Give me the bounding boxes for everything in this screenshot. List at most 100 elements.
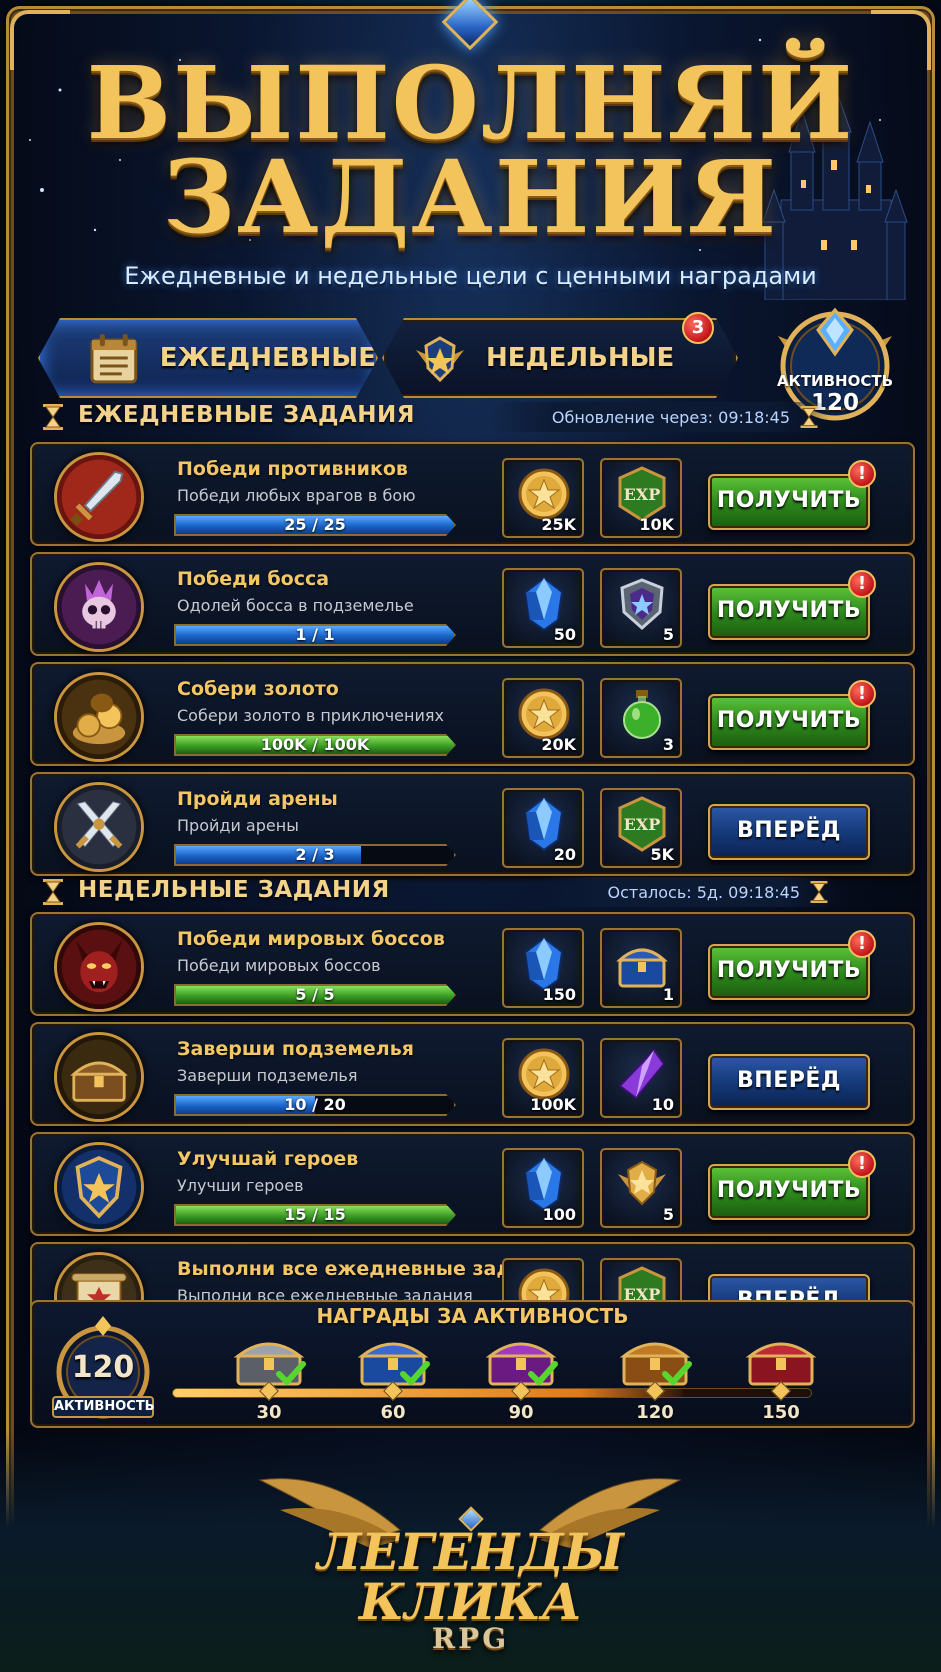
sword-icon xyxy=(54,452,144,542)
reward-slot[interactable]: 100 xyxy=(502,1148,584,1228)
claim-button[interactable]: ПОЛУЧИТЬ xyxy=(708,694,870,750)
reward-slot[interactable]: 1 xyxy=(600,928,682,1008)
tab-daily[interactable]: ЕЖЕДНЕВНЫЕ xyxy=(38,318,378,398)
quest-row: Пройди арены Пройди арены 2 / 3 20 EXP 5K ВПЕР… xyxy=(30,772,915,876)
quest-description: Победи мировых боссов xyxy=(177,956,381,975)
activity-rewards-panel: НАГРАДЫ ЗА АКТИВНОСТЬ 120 АКТИВНОСТЬ 30 6… xyxy=(30,1300,915,1428)
quest-title: Собери золото xyxy=(177,678,339,700)
daily-timer-text: Обновление через: 09:18:45 xyxy=(551,407,790,427)
quest-title: Заверши подземелья xyxy=(177,1038,414,1060)
reward-slot[interactable]: EXP 10K xyxy=(600,458,682,538)
milestone-value: 90 xyxy=(508,1402,534,1423)
reward-amount: 25K xyxy=(541,515,576,534)
quest-progress-bar: 5 / 5 xyxy=(174,984,456,1006)
weekly-section-header: НЕДЕЛЬНЫЕ ЗАДАНИЯ Осталось: 5д. 09:18:45 xyxy=(40,875,902,909)
quest-screen: ВЫПОЛНЯЙ ЗАДАНИЯ Ежедневные и недельные … xyxy=(0,0,941,1672)
quest-title: Победи босса xyxy=(177,568,330,590)
page-title-line2: ЗАДАНИЯ xyxy=(162,138,779,256)
reward-slot[interactable]: 50 xyxy=(502,568,584,648)
reward-amount: 5K xyxy=(650,845,674,864)
reward-amount: 50 xyxy=(553,625,576,644)
reward-slot[interactable]: 5 xyxy=(600,1148,682,1228)
reward-amount: 10K xyxy=(639,515,674,534)
quest-description: Одолей босса в подземелье xyxy=(177,596,414,615)
milestone-value: 120 xyxy=(636,1402,674,1423)
milestone-reward[interactable]: 30 xyxy=(224,1326,314,1426)
daily-section-header: ЕЖЕДНЕВНЫЕ ЗАДАНИЯ Обновление через: 09:… xyxy=(40,400,902,434)
calendar-icon xyxy=(86,330,142,386)
winged-emblem-icon xyxy=(412,330,468,386)
quest-description: Пройди арены xyxy=(177,816,299,835)
gold-pile-icon xyxy=(54,672,144,762)
check-icon xyxy=(276,1358,306,1388)
quest-progress-text: 5 / 5 xyxy=(295,985,335,1004)
quest-progress-bar: 2 / 3 xyxy=(174,844,456,866)
activity-label: АКТИВНОСТЬ xyxy=(776,372,894,390)
quest-progress-bar: 15 / 15 xyxy=(174,1204,456,1226)
svg-text:EXP: EXP xyxy=(624,815,661,834)
milestone-value: 30 xyxy=(256,1402,282,1423)
treasure-chest-icon xyxy=(54,1032,144,1122)
reward-slot[interactable]: 100K xyxy=(502,1038,584,1118)
reward-amount: 1 xyxy=(662,985,674,1004)
reward-amount: 20K xyxy=(541,735,576,754)
quest-progress-bar: 25 / 25 xyxy=(174,514,456,536)
weekly-timer-text: Осталось: 5д. 09:18:45 xyxy=(607,882,800,902)
milestone-reward[interactable]: 120 xyxy=(610,1326,700,1426)
quest-progress-text: 15 / 15 xyxy=(284,1205,346,1224)
activity-rewards-title: НАГРАДЫ ЗА АКТИВНОСТЬ xyxy=(316,1304,629,1328)
demon-icon xyxy=(54,922,144,1012)
weekly-notification-badge: 3 xyxy=(682,312,714,344)
daily-timer: Обновление через: 09:18:45 xyxy=(490,402,830,432)
quest-row: Заверши подземелья Заверши подземелья 10 /… xyxy=(30,1022,915,1126)
reward-amount: 5 xyxy=(662,1205,674,1224)
reward-slot[interactable]: 3 xyxy=(600,678,682,758)
weekly-section-title: НЕДЕЛЬНЫЕ ЗАДАНИЯ xyxy=(78,877,390,903)
quest-row: Победи противников Победи любых врагов в … xyxy=(30,442,915,546)
claim-button[interactable]: ПОЛУЧИТЬ xyxy=(708,584,870,640)
claim-button[interactable]: ПОЛУЧИТЬ xyxy=(708,1164,870,1220)
quest-description: Заверши подземелья xyxy=(177,1066,358,1085)
reward-slot[interactable]: 25K xyxy=(502,458,584,538)
alert-badge: ! xyxy=(848,1150,876,1178)
hourglass-icon xyxy=(43,879,63,905)
reward-slot[interactable]: 150 xyxy=(502,928,584,1008)
hourglass-icon xyxy=(810,881,828,903)
reward-amount: 150 xyxy=(542,985,576,1004)
hero-shield-icon xyxy=(54,1142,144,1232)
tab-daily-label: ЕЖЕДНЕВНЫЕ xyxy=(159,343,376,373)
milestone-reward[interactable]: 150 xyxy=(736,1326,826,1426)
quest-row: Победи босса Одолей босса в подземелье 1 /… xyxy=(30,552,915,656)
check-icon xyxy=(400,1358,430,1388)
quest-description: Улучши героев xyxy=(177,1176,304,1195)
go-button[interactable]: ВПЕРЁД xyxy=(708,804,870,860)
page-subtitle: Ежедневные и недельные цели с ценными на… xyxy=(124,262,817,290)
reward-amount: 5 xyxy=(662,625,674,644)
alert-badge: ! xyxy=(848,570,876,598)
quest-description: Победи любых врагов в бою xyxy=(177,486,416,505)
reward-amount: 100 xyxy=(542,1205,576,1224)
milestone-reward[interactable]: 60 xyxy=(348,1326,438,1426)
reward-slot[interactable]: EXP 5K xyxy=(600,788,682,868)
milestone-reward[interactable]: 90 xyxy=(476,1326,566,1426)
go-button[interactable]: ВПЕРЁД xyxy=(708,1054,870,1110)
quest-title: Пройди арены xyxy=(177,788,338,810)
quest-progress-text: 1 / 1 xyxy=(295,625,335,644)
alert-badge: ! xyxy=(848,930,876,958)
reward-slot[interactable]: 10 xyxy=(600,1038,682,1118)
activity-points-medal: 120 АКТИВНОСТЬ xyxy=(48,1316,158,1426)
hourglass-icon xyxy=(43,404,63,430)
claim-button[interactable]: ПОЛУЧИТЬ xyxy=(708,474,870,530)
quest-progress-bar: 10 / 20 xyxy=(174,1094,456,1116)
milestone-value: 150 xyxy=(762,1402,800,1423)
reward-amount: 20 xyxy=(553,845,576,864)
weekly-timer: Осталось: 5д. 09:18:45 xyxy=(540,877,840,907)
claim-button[interactable]: ПОЛУЧИТЬ xyxy=(708,944,870,1000)
skull-icon xyxy=(54,562,144,652)
quest-title: Улучшай героев xyxy=(177,1148,359,1170)
reward-slot[interactable]: 20 xyxy=(502,788,584,868)
quest-progress-bar: 100K / 100K xyxy=(174,734,456,756)
reward-slot[interactable]: 20K xyxy=(502,678,584,758)
hourglass-icon xyxy=(800,406,818,428)
reward-slot[interactable]: 5 xyxy=(600,568,682,648)
